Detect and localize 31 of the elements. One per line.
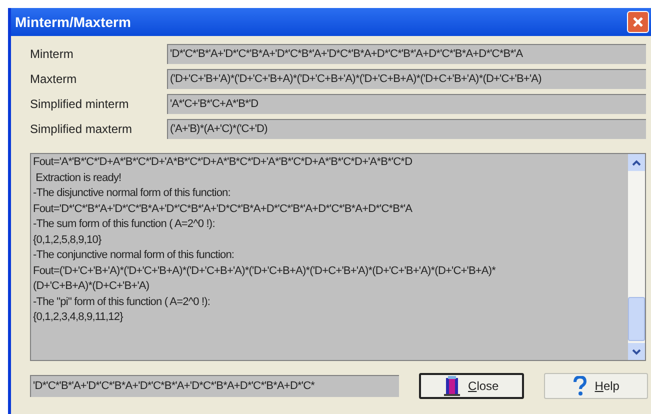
scroll-thumb[interactable] [628,297,645,341]
output-line: -The disjunctive normal form of this function: [33,186,232,201]
scrollbar[interactable] [628,154,645,360]
output-line: Fout=('D+'C+'B+'A)*('D+'C+'B+A)*('D+'C+B+'A)*('D+'C+B+A)*('D+C+'B+'A)*(D+'C+'B+'A)*(D+'C+'B+A)* [33,264,497,278]
scroll-down-icon[interactable] [632,348,641,354]
output-line: -The conjunctive normal form of this function: [33,248,236,263]
output-line: -The "pi" form of this function ( A=2^0 !): [33,294,212,310]
output-line: Fout='D*'C*'B*'A+'D*'C*'B*A+'D*'C*B*'A+'D*C*'B*A+D*'C*'B*'A+D*'C*'B*A+D*'C*B*'A [33,202,414,216]
field-label: Simplified maxterm [30,121,134,138]
term-field[interactable]: 'D*'C*'B*'A+'D*'C*'B*A+'D*'C*B*'A+'D*C*'B*A+D*'C*'B*'A+D*'C*'B*A+D*'C*B*'A [167,44,646,64]
term-field[interactable]: 'A*'C+'B*'C+A*'B*'D [167,94,646,114]
term-field[interactable]: ('D+'C+'B+'A)*('D+'C+'B+A)*('D+'C+B+'A)*('D+'C+B+A)*('D+C+'B+'A)*(D+'C+'B+'A) [167,69,646,89]
output-line: Fout='A*'B*'C*'D+A*'B*'C*'D+'A*B*'C*'D+A*'B*C*'D+'A*'B*'C*D+A*'B*'C*D+'A*B*'C*D [33,155,414,170]
result-field[interactable]: 'D*'C*'B*'A+'D*'C*'B*A+'D*'C*B*'A+'D*C*'B*A+D*'C*'B*A+D*'C* [30,375,399,397]
term-field[interactable]: ('A+'B)*(A+'C)*('C+'D) [167,119,646,139]
field-label: Maxterm [30,71,78,88]
scroll-up-icon[interactable] [632,160,641,166]
door-icon [444,376,460,396]
close-button[interactable]: Close [418,373,524,399]
output-line: {0,1,2,5,8,9,10} [33,232,102,248]
output-line: Extraction is ready! [34,170,122,186]
question-mark-icon [572,376,587,396]
output-area[interactable] [30,153,646,361]
output-line: -The sum form of this function ( A=2^0 !): [33,217,216,232]
field-label: Simplified minterm [30,96,130,113]
output-line: (D+'C+B+A)*(D+C+'B+'A) [33,279,150,294]
output-line: {0,1,2,3,4,8,9,11,12} [33,310,124,325]
window-title: Minterm/Maxterm [15,12,131,32]
close-icon[interactable] [627,11,649,33]
field-label: Minterm [30,46,74,63]
help-button[interactable]: Help [544,373,648,399]
